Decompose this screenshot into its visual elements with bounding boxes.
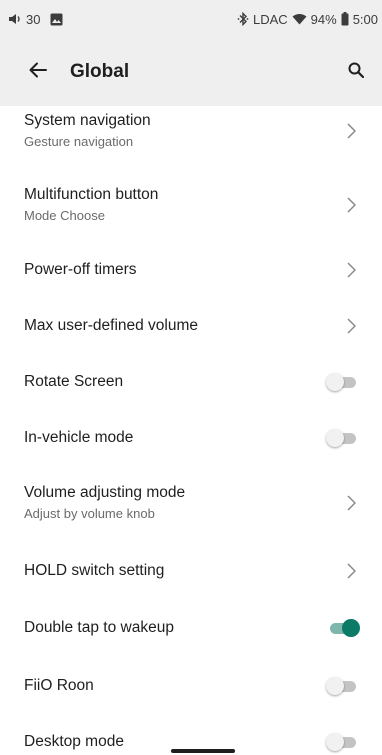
desktop-mode-toggle[interactable] [326, 731, 360, 753]
setting-title: Power-off timers [24, 261, 137, 278]
setting-title: Volume adjusting mode [24, 484, 186, 501]
setting-title: In-vehicle mode [24, 429, 134, 446]
setting-rotate-screen[interactable]: Rotate Screen [0, 362, 382, 402]
status-bar-left: 30 [8, 12, 63, 27]
chevron-right-icon [344, 194, 358, 216]
setting-hold-switch-text: HOLD switch setting [24, 561, 344, 581]
toggle-thumb [326, 733, 344, 751]
page-title: Global [70, 61, 130, 82]
toggle-thumb [326, 429, 344, 447]
chevron-right-icon [344, 560, 358, 582]
battery-icon [341, 12, 349, 26]
search-button[interactable] [334, 50, 378, 94]
setting-fiio-roon-text: FiiO Roon [24, 676, 326, 696]
setting-system-navigation-text: System navigation Gesture navigation [24, 111, 344, 151]
setting-double-tap-wakeup[interactable]: Double tap to wakeup [0, 608, 382, 648]
back-button[interactable] [16, 50, 60, 94]
chevron-right-icon [344, 315, 358, 337]
battery-percent: 94% [310, 11, 337, 27]
double-tap-wakeup-toggle[interactable] [326, 617, 360, 639]
setting-title: FiiO Roon [24, 677, 94, 694]
status-bar: 30 LDAC 94% 5:00 [0, 0, 382, 38]
setting-title: Rotate Screen [24, 373, 124, 390]
setting-subtitle: Adjust by volume knob [24, 506, 155, 521]
bluetooth-icon [237, 12, 249, 26]
setting-title: HOLD switch setting [24, 562, 165, 579]
setting-subtitle: Mode Choose [24, 208, 105, 223]
chevron-right-icon [344, 259, 358, 281]
setting-in-vehicle-mode[interactable]: In-vehicle mode [0, 418, 382, 458]
setting-max-volume[interactable]: Max user-defined volume [0, 306, 382, 346]
clock: 5:00 [352, 11, 378, 27]
setting-hold-switch[interactable]: HOLD switch setting [0, 551, 382, 591]
chevron-right-icon [344, 492, 358, 514]
setting-power-off-timers-text: Power-off timers [24, 260, 344, 280]
setting-title: Max user-defined volume [24, 317, 199, 334]
setting-title: Multifunction button [24, 186, 159, 203]
setting-double-tap-wakeup-text: Double tap to wakeup [24, 618, 326, 638]
setting-volume-adjusting-mode[interactable]: Volume adjusting mode Adjust by volume k… [0, 478, 382, 528]
image-icon [50, 13, 63, 26]
fiio-roon-toggle[interactable] [326, 675, 360, 697]
setting-fiio-roon[interactable]: FiiO Roon [0, 666, 382, 706]
in-vehicle-mode-toggle[interactable] [326, 427, 360, 449]
back-arrow-icon [29, 62, 47, 83]
rotate-screen-toggle[interactable] [326, 371, 360, 393]
chevron-right-icon [344, 120, 358, 142]
search-icon [348, 62, 365, 83]
setting-rotate-screen-text: Rotate Screen [24, 372, 326, 392]
setting-volume-adjusting-mode-text: Volume adjusting mode Adjust by volume k… [24, 483, 344, 523]
wifi-icon [292, 13, 307, 25]
setting-subtitle: Gesture navigation [24, 134, 134, 149]
toggle-thumb [342, 619, 360, 637]
setting-max-volume-text: Max user-defined volume [24, 316, 344, 336]
toggle-thumb [326, 373, 344, 391]
setting-system-navigation[interactable]: System navigation Gesture navigation [0, 106, 382, 156]
app-bar: Global [0, 38, 382, 106]
speaker-icon [8, 12, 22, 26]
home-indicator[interactable] [171, 749, 235, 753]
codec-label: LDAC [252, 11, 288, 27]
setting-title: System navigation [24, 112, 151, 129]
setting-multifunction-button[interactable]: Multifunction button Mode Choose [0, 180, 382, 230]
status-bar-right: LDAC 94% 5:00 [237, 12, 378, 27]
setting-in-vehicle-mode-text: In-vehicle mode [24, 428, 326, 448]
setting-multifunction-button-text: Multifunction button Mode Choose [24, 185, 344, 225]
volume-level: 30 [26, 11, 41, 27]
setting-power-off-timers[interactable]: Power-off timers [0, 250, 382, 290]
setting-title: Double tap to wakeup [24, 619, 174, 636]
toggle-thumb [326, 677, 344, 695]
